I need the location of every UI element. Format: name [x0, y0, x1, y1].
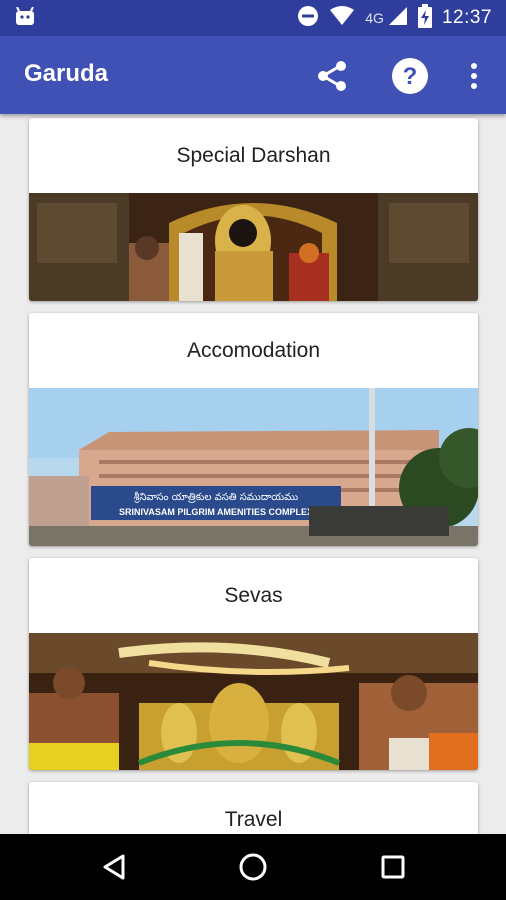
do-not-disturb-icon — [297, 5, 319, 32]
recents-icon[interactable] — [373, 847, 413, 887]
card-special-darshan[interactable]: Special Darshan — [29, 118, 478, 301]
card-accomodation[interactable]: Accomodation శ్రీనివాసం యాత్రికుల వసతి స… — [29, 313, 478, 546]
more-vert-icon[interactable] — [456, 56, 492, 96]
back-icon[interactable] — [94, 847, 134, 887]
sign-english: SRINIVASAM PILGRIM AMENITIES COMPLEX — [119, 507, 313, 517]
home-icon[interactable] — [233, 847, 273, 887]
cell-signal-icon — [388, 6, 408, 31]
app-title: Garuda — [24, 60, 109, 87]
card-title: Special Darshan — [176, 143, 331, 167]
navigation-bar — [0, 834, 506, 900]
share-icon[interactable] — [312, 56, 352, 96]
card-title: Sevas — [224, 583, 283, 607]
app-bar: Garuda ? — [0, 36, 506, 114]
seva-ritual-photo — [29, 633, 478, 770]
android-icon — [14, 6, 36, 32]
card-title: Travel — [224, 807, 283, 831]
sign-telugu: శ్రీనివాసం యాత్రికుల వసతి సముదాయము — [133, 492, 298, 503]
status-bar: 4G 12:37 — [0, 0, 506, 36]
card-sevas[interactable]: Sevas — [29, 558, 478, 770]
svg-text:?: ? — [403, 63, 418, 90]
deity-shrine-photo — [29, 193, 478, 301]
card-title: Accomodation — [186, 338, 321, 362]
wifi-icon — [329, 5, 355, 31]
clock: 12:37 — [441, 7, 492, 28]
menu-list[interactable]: Special Darshan Accomodation శ్రీనివాసం … — [0, 114, 506, 834]
card-travel[interactable]: Travel — [29, 782, 478, 834]
help-icon[interactable]: ? — [390, 56, 430, 96]
battery-charging-icon — [417, 3, 432, 33]
amenities-complex-photo: శ్రీనివాసం యాత్రికుల వసతి సముదాయము SRINI… — [29, 388, 478, 546]
network-type: 4G — [365, 10, 384, 26]
